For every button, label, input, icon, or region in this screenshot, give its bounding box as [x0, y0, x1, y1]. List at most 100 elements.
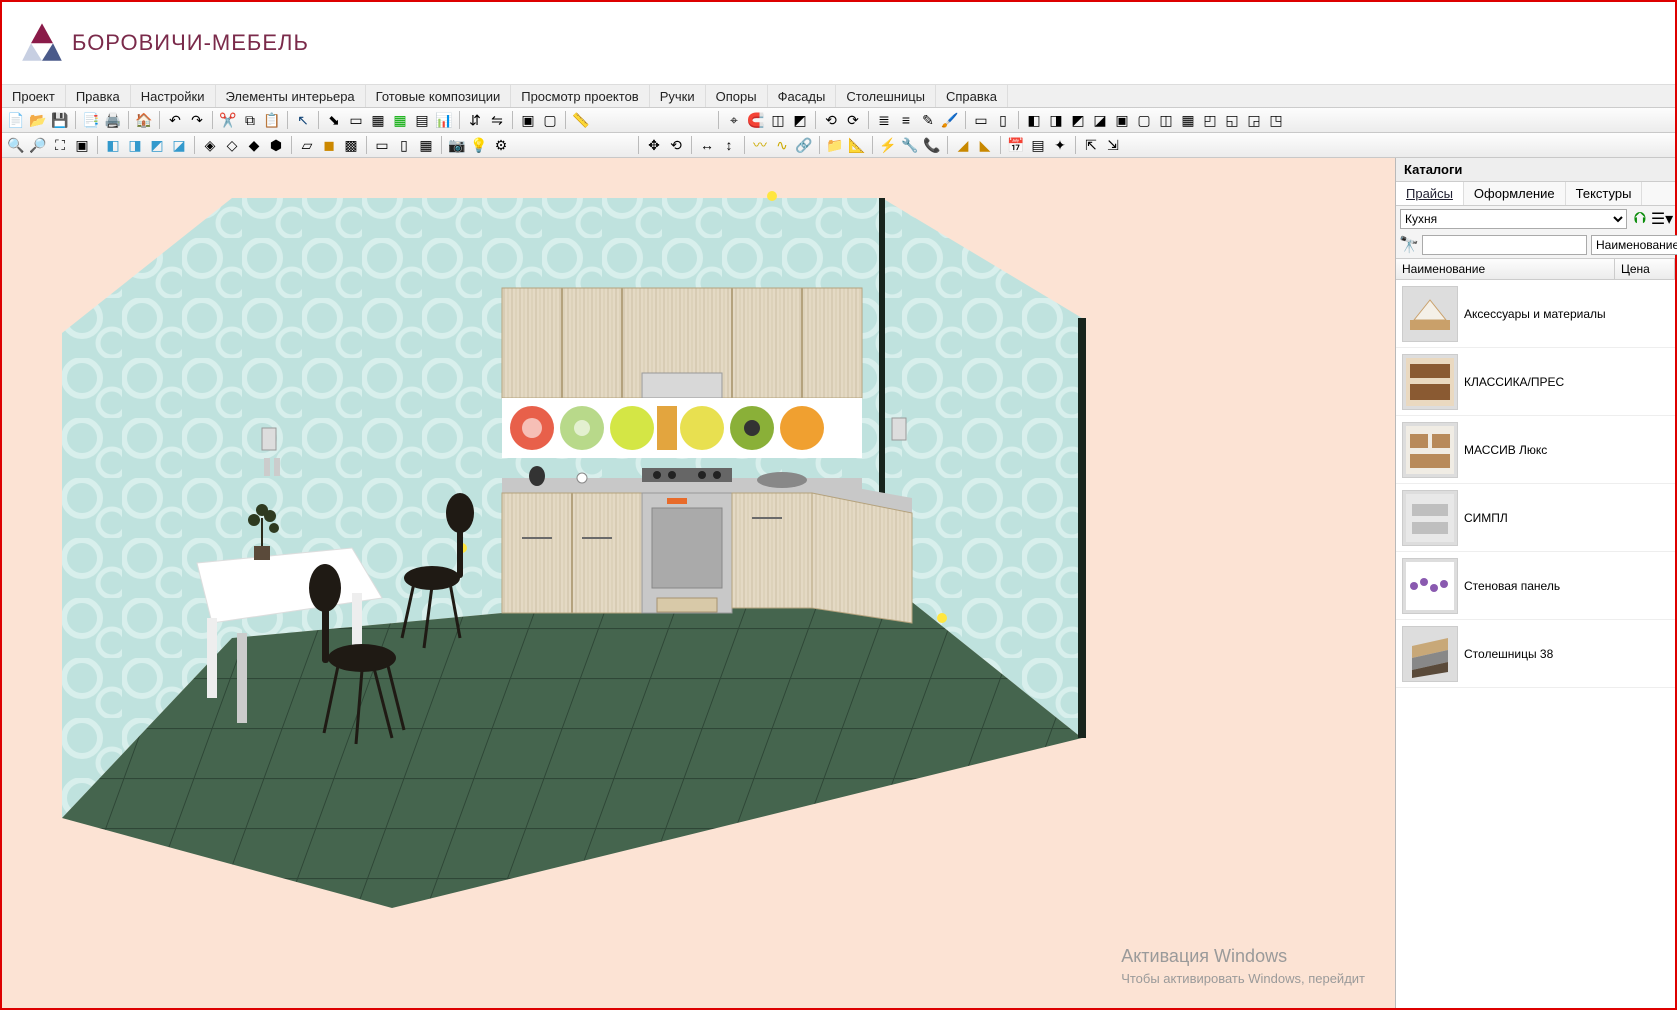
cube5-icon[interactable]: ▣ — [1112, 110, 1132, 130]
paint-icon[interactable]: 🖌️ — [940, 110, 960, 130]
curve2-icon[interactable]: ∿ — [772, 135, 792, 155]
calendar-icon[interactable]: 📅 — [1006, 135, 1026, 155]
layer-icon[interactable]: ≣ — [874, 110, 894, 130]
angle-icon[interactable]: 📐 — [847, 135, 867, 155]
paste-icon[interactable]: 📋 — [262, 110, 282, 130]
mirror-icon[interactable]: ⇋ — [487, 110, 507, 130]
menu-compositions[interactable]: Готовые композиции — [366, 85, 512, 107]
cube7-icon[interactable]: ◫ — [1156, 110, 1176, 130]
layer2-icon[interactable]: ≡ — [896, 110, 916, 130]
view-left-icon[interactable]: ◩ — [147, 135, 167, 155]
cube1-icon[interactable]: ◧ — [1024, 110, 1044, 130]
cube12-icon[interactable]: ◳ — [1266, 110, 1286, 130]
curve1-icon[interactable]: 〰 — [750, 135, 770, 155]
camera-icon[interactable]: 📷 — [447, 135, 467, 155]
catalog-item-worktops[interactable]: Столешницы 38 — [1396, 620, 1675, 688]
menu-handles[interactable]: Ручки — [650, 85, 706, 107]
cube4-icon[interactable]: ◪ — [1090, 110, 1110, 130]
delete2-icon[interactable]: ◣ — [975, 135, 995, 155]
menu-worktops[interactable]: Столешницы — [836, 85, 936, 107]
link-icon[interactable]: 🔗 — [794, 135, 814, 155]
rotate-tool-icon[interactable]: ⟲ — [666, 135, 686, 155]
tab-textures[interactable]: Текстуры — [1566, 182, 1643, 205]
search-mode-select[interactable]: Наименование — [1591, 235, 1677, 255]
dim-icon[interactable]: ↔ — [697, 135, 717, 155]
redo-icon[interactable]: ↷ — [187, 110, 207, 130]
cube3-icon[interactable]: ◩ — [1068, 110, 1088, 130]
menu-viewprojects[interactable]: Просмотр проектов — [511, 85, 650, 107]
group-icon[interactable]: ▣ — [518, 110, 538, 130]
rotate-right-icon[interactable]: ⟳ — [843, 110, 863, 130]
phone-icon[interactable]: 📞 — [922, 135, 942, 155]
menu-edit[interactable]: Правка — [66, 85, 131, 107]
col-price[interactable]: Цена — [1615, 259, 1675, 279]
split-h-icon[interactable]: ▯ — [394, 135, 414, 155]
col-name[interactable]: Наименование — [1396, 259, 1615, 279]
new-file-icon[interactable]: 📄 — [6, 110, 26, 130]
wall-icon[interactable]: ▭ — [346, 110, 366, 130]
snap-icon[interactable]: ⌖ — [724, 110, 744, 130]
zoom-out-icon[interactable]: 🔍 — [6, 135, 26, 155]
table-icon[interactable]: ▤ — [412, 110, 432, 130]
zoom-fit-icon[interactable]: ⛶ — [50, 135, 70, 155]
add-door-icon[interactable]: ▯ — [993, 110, 1013, 130]
align-icon[interactable]: ⇵ — [465, 110, 485, 130]
home-icon[interactable]: 🏠 — [134, 110, 154, 130]
category-select[interactable]: Кухня — [1400, 209, 1627, 229]
catalog-item-wallpanel[interactable]: Стеновая панель — [1396, 552, 1675, 620]
up-folder-icon[interactable]: ⮉ — [1631, 210, 1649, 228]
tab-prices[interactable]: Прайсы — [1396, 182, 1464, 205]
cube10-icon[interactable]: ◱ — [1222, 110, 1242, 130]
view-right-icon[interactable]: ◪ — [169, 135, 189, 155]
shaded-icon[interactable]: ◼ — [319, 135, 339, 155]
catalog-search-input[interactable] — [1422, 235, 1587, 255]
select-arrow-icon[interactable]: ↖ — [293, 110, 313, 130]
folder2-icon[interactable]: 📁 — [825, 135, 845, 155]
iso2-icon[interactable]: ◇ — [222, 135, 242, 155]
iso4-icon[interactable]: ⬢ — [266, 135, 286, 155]
snap2-icon[interactable]: ◫ — [768, 110, 788, 130]
magnet-icon[interactable]: 🧲 — [746, 110, 766, 130]
room-icon[interactable]: ▦ — [368, 110, 388, 130]
copy2-icon[interactable]: ⧉ — [240, 110, 260, 130]
grid-icon[interactable]: ▦ — [390, 110, 410, 130]
delete-icon[interactable]: ◢ — [953, 135, 973, 155]
iso1-icon[interactable]: ◈ — [200, 135, 220, 155]
menu-project[interactable]: Проект — [2, 85, 66, 107]
open-file-icon[interactable]: 📂 — [28, 110, 48, 130]
binoculars-icon[interactable]: 🔭 — [1400, 236, 1418, 254]
wrench-icon[interactable]: 🔧 — [900, 135, 920, 155]
viewport-3d[interactable]: Активация Windows Чтобы активировать Win… — [2, 158, 1395, 1008]
snap3-icon[interactable]: ◩ — [790, 110, 810, 130]
catalog-list[interactable]: Аксессуары и материалы КЛАССИКА/ПРЕС МАС… — [1396, 280, 1675, 1008]
move-tool-icon[interactable]: ✥ — [644, 135, 664, 155]
render-icon[interactable]: ⚙ — [491, 135, 511, 155]
cube2-icon[interactable]: ◨ — [1046, 110, 1066, 130]
export-icon[interactable]: ⇱ — [1081, 135, 1101, 155]
catalog-item-classic[interactable]: КЛАССИКА/ПРЕС — [1396, 348, 1675, 416]
split-4-icon[interactable]: ▦ — [416, 135, 436, 155]
cube6-icon[interactable]: ▢ — [1134, 110, 1154, 130]
menu-settings[interactable]: Настройки — [131, 85, 216, 107]
edit-obj-icon[interactable]: ✎ — [918, 110, 938, 130]
pointer-icon[interactable]: ⬊ — [324, 110, 344, 130]
chart-icon[interactable]: 📊 — [434, 110, 454, 130]
save-icon[interactable]: 💾 — [50, 110, 70, 130]
cut-icon[interactable]: ✂️ — [218, 110, 238, 130]
cube11-icon[interactable]: ◲ — [1244, 110, 1264, 130]
menu-facades[interactable]: Фасады — [768, 85, 837, 107]
list-options-icon[interactable]: ☰▾ — [1653, 210, 1671, 228]
view-top-icon[interactable]: ◧ — [103, 135, 123, 155]
dim2-icon[interactable]: ↕ — [719, 135, 739, 155]
wireframe-icon[interactable]: ▱ — [297, 135, 317, 155]
add-shelf-icon[interactable]: ▭ — [971, 110, 991, 130]
split-none-icon[interactable]: ▭ — [372, 135, 392, 155]
cube9-icon[interactable]: ◰ — [1200, 110, 1220, 130]
undo-icon[interactable]: ↶ — [165, 110, 185, 130]
zoom-window-icon[interactable]: ▣ — [72, 135, 92, 155]
menu-interior[interactable]: Элементы интерьера — [216, 85, 366, 107]
view-front-icon[interactable]: ◨ — [125, 135, 145, 155]
import-icon[interactable]: ⇲ — [1103, 135, 1123, 155]
catalog-item-massiv[interactable]: МАССИВ Люкс — [1396, 416, 1675, 484]
catalog-item-accessories[interactable]: Аксессуары и материалы — [1396, 280, 1675, 348]
